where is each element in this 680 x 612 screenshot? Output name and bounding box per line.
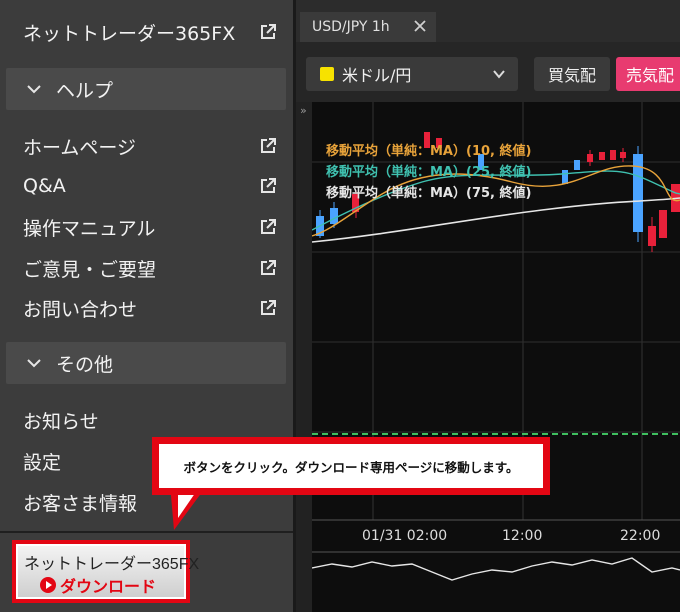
external-link-icon xyxy=(261,178,276,193)
section-title: その他 xyxy=(56,353,114,376)
panel-collapse-strip[interactable] xyxy=(296,102,312,612)
close-icon[interactable] xyxy=(412,18,428,34)
sidebar-item-label: お知らせ xyxy=(23,410,99,433)
download-badge-body: ネットトレーダー365FX ダウンロード xyxy=(18,546,199,597)
instruction-callout: ボタンをクリック。ダウンロード専用ページに移動します。 xyxy=(152,437,550,495)
sidebar-item-label: ネットトレーダー365FX xyxy=(23,22,236,45)
section-header-help[interactable]: ヘルプ xyxy=(6,68,286,110)
ma-75-label: 移動平均（単純：MA）(75, 終値) xyxy=(326,186,532,201)
download-badge[interactable]: ネットトレーダー365FX ダウンロード xyxy=(12,540,199,603)
sidebar-item-label: Q&A xyxy=(23,175,66,197)
chart-toolbar: 米ドル/円 買気配 売気配 xyxy=(296,42,680,102)
sidebar-item-label: ご意見・ご要望 xyxy=(23,258,157,281)
chevron-down-icon xyxy=(27,359,41,368)
candle xyxy=(562,170,568,184)
section-title: ヘルプ xyxy=(56,79,114,102)
download-button[interactable]: ダウンロード xyxy=(40,573,156,597)
sidebar-item-manual[interactable]: 操作マニュアル xyxy=(0,209,293,245)
sidebar-item-qa[interactable]: Q&A xyxy=(0,168,293,204)
ma-10-label: 移動平均（単純：MA）(10, 終値) xyxy=(326,144,532,159)
tab-usdjpy[interactable]: USD/JPY 1h xyxy=(300,12,436,42)
sidebar-item-news[interactable]: お知らせ xyxy=(0,402,293,438)
sidebar-item-label: お問い合わせ xyxy=(23,298,138,321)
chevron-down-icon xyxy=(27,85,41,94)
external-link-icon xyxy=(261,260,276,275)
sidebar: ネットトレーダー365FX ヘルプ ホームページ Q&A 操作マニュアル ご意見… xyxy=(0,0,293,612)
section-header-other[interactable]: その他 xyxy=(6,342,286,384)
candle xyxy=(599,152,605,160)
sidebar-item-label: ホームページ xyxy=(23,136,137,159)
oscillator-line xyxy=(312,557,680,581)
time-axis-tick: 22:00 xyxy=(620,528,661,544)
sidebar-item-feedback[interactable]: ご意見・ご要望 xyxy=(0,250,293,286)
candle xyxy=(330,208,338,224)
tab-label: USD/JPY 1h xyxy=(312,19,390,35)
candle xyxy=(574,160,580,170)
callout-body: ボタンをクリック。ダウンロード専用ページに移動します。 xyxy=(159,444,543,488)
candle xyxy=(587,154,593,162)
external-link-icon xyxy=(261,138,276,153)
time-axis-tick: 01/31 02:00 xyxy=(362,528,448,544)
chevron-down-icon xyxy=(493,70,505,79)
sidebar-item-label: 操作マニュアル xyxy=(23,217,156,240)
symbol-select[interactable]: 米ドル/円 xyxy=(306,57,518,91)
callout-text: ボタンをクリック。ダウンロード専用ページに移動します。 xyxy=(183,459,519,475)
external-link-icon xyxy=(261,24,276,39)
sidebar-item-homepage[interactable]: ホームページ xyxy=(0,128,293,164)
symbol-color-swatch xyxy=(320,67,334,81)
download-button-label: ダウンロード xyxy=(60,579,157,596)
sidebar-item-label: 設定 xyxy=(23,451,62,474)
time-axis-tick: 12:00 xyxy=(502,528,543,544)
candle xyxy=(610,150,616,160)
chart-panel: USD/JPY 1h 米ドル/円 買気配 売気配 » 移動平均（単純：MA）(1… xyxy=(296,0,680,612)
symbol-select-value: 米ドル/円 xyxy=(342,66,412,85)
tab-bar: USD/JPY 1h xyxy=(296,0,680,42)
candle xyxy=(659,210,667,238)
sidebar-item-label: お客さま情報 xyxy=(23,492,138,515)
ma-25-label: 移動平均（単純：MA）(25, 終値) xyxy=(326,165,532,180)
ma-75-line xyxy=(312,197,680,243)
sidebar-item-contact[interactable]: お問い合わせ xyxy=(0,290,293,326)
divider xyxy=(0,531,293,533)
download-badge-title: ネットトレーダー365FX xyxy=(24,556,200,573)
external-link-icon xyxy=(261,219,276,234)
buy-quote-button[interactable]: 買気配 xyxy=(534,57,610,91)
external-link-icon xyxy=(261,300,276,315)
double-chevron-right-icon[interactable]: » xyxy=(300,104,307,117)
candle xyxy=(620,152,626,158)
sidebar-item-nettrader365fx[interactable]: ネットトレーダー365FX xyxy=(0,14,293,50)
sell-quote-button[interactable]: 売気配 xyxy=(616,57,680,91)
play-circle-icon xyxy=(40,577,56,593)
candle xyxy=(648,226,656,246)
